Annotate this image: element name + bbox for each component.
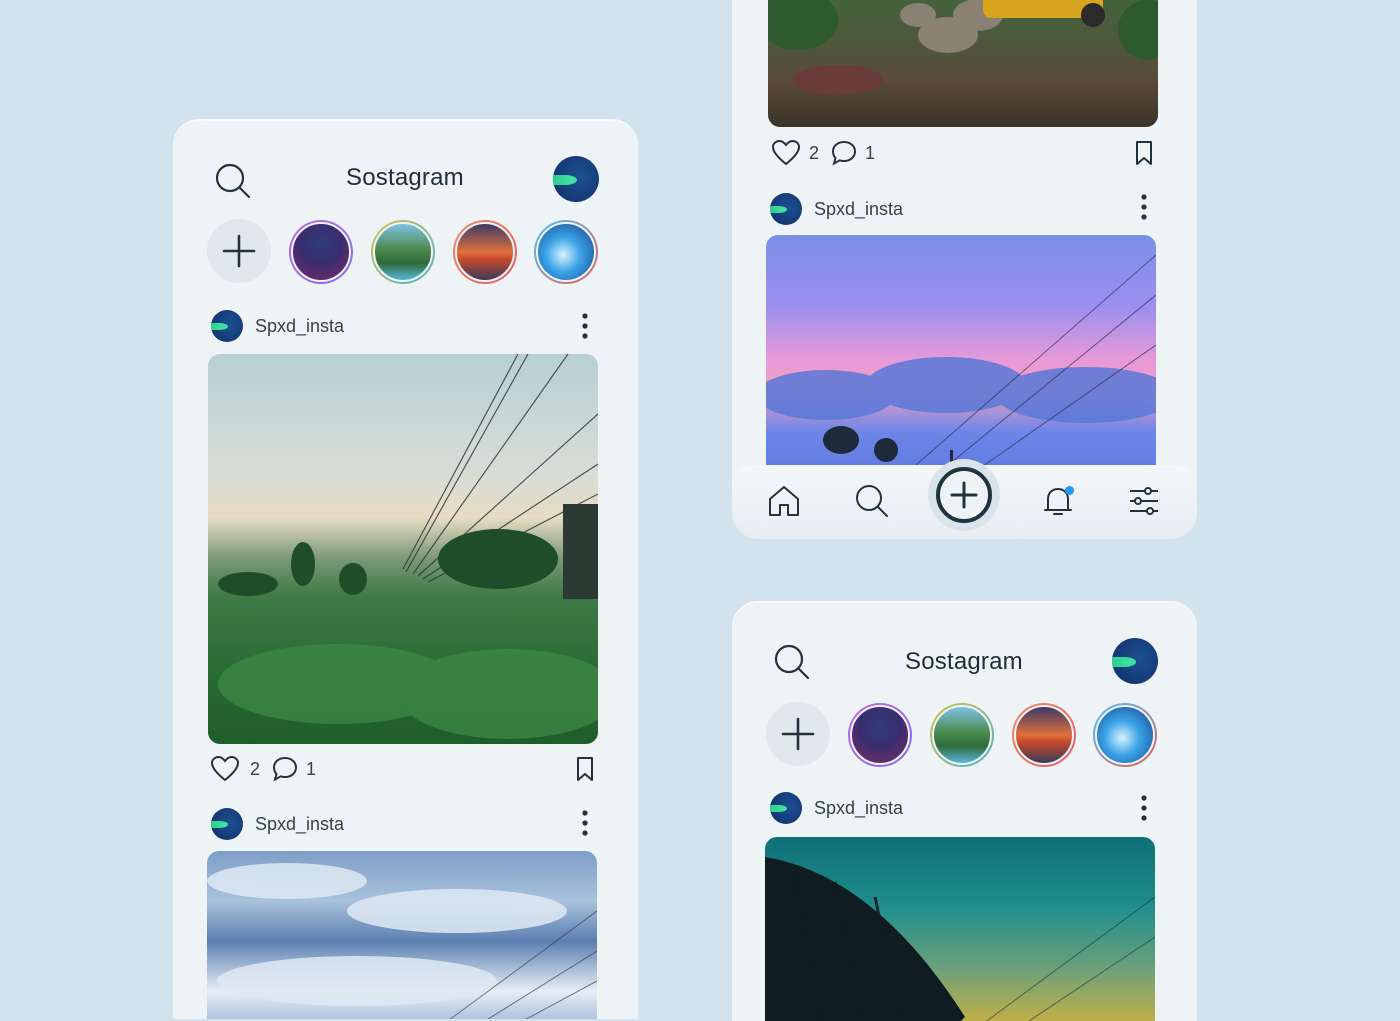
comment-icon[interactable] [272, 756, 298, 782]
post-photo-clouds[interactable] [207, 851, 597, 1019]
profile-avatar[interactable] [1112, 638, 1158, 684]
feed-screen-right: Sostagram Spxd_insta [732, 601, 1197, 1021]
story-person[interactable] [289, 220, 353, 284]
bottom-navigation [732, 465, 1197, 539]
post-photo-palm[interactable] [765, 837, 1155, 1021]
like-count: 2 [809, 143, 820, 163]
post-username[interactable]: Spxd_insta [255, 814, 344, 835]
post-avatar[interactable] [211, 808, 243, 840]
bookmark-icon[interactable] [1135, 140, 1153, 166]
post-avatar[interactable] [770, 792, 802, 824]
plus-icon [222, 234, 256, 268]
post-username[interactable]: Spxd_insta [255, 316, 344, 337]
home-icon[interactable] [766, 483, 802, 519]
bookmark-icon[interactable] [576, 756, 594, 782]
add-story-button[interactable] [207, 219, 271, 283]
like-heart-icon[interactable] [211, 756, 239, 782]
search-icon[interactable] [772, 642, 812, 682]
more-options-icon[interactable] [1134, 793, 1154, 823]
story-person[interactable] [848, 703, 912, 767]
search-icon[interactable] [854, 483, 890, 519]
more-options-icon[interactable] [575, 311, 595, 341]
sliders-icon[interactable] [1126, 483, 1162, 519]
create-post-button[interactable] [936, 467, 992, 523]
post-avatar[interactable] [770, 193, 802, 225]
comment-icon[interactable] [831, 140, 857, 166]
plus-icon [950, 481, 978, 509]
profile-avatar[interactable] [553, 156, 599, 202]
post-photo-field[interactable] [208, 354, 598, 744]
search-icon[interactable] [213, 161, 253, 201]
story-sunset[interactable] [1012, 703, 1076, 767]
story-wave[interactable] [534, 220, 598, 284]
post-photo-rocks[interactable] [768, 0, 1158, 127]
plus-icon [781, 717, 815, 751]
notification-dot [1065, 486, 1074, 495]
post-username[interactable]: Spxd_insta [814, 798, 903, 819]
more-options-icon[interactable] [1134, 192, 1154, 222]
post-username[interactable]: Spxd_insta [814, 199, 903, 220]
like-heart-icon[interactable] [772, 140, 800, 166]
story-island[interactable] [930, 703, 994, 767]
app-title: Sostagram [905, 648, 1023, 675]
feed-screen-scrolled: 2 1 Spxd_insta [732, 0, 1197, 539]
story-sunset[interactable] [453, 220, 517, 284]
story-wave[interactable] [1093, 703, 1157, 767]
more-options-icon[interactable] [575, 808, 595, 838]
comment-count: 1 [865, 143, 876, 163]
comment-count: 1 [306, 759, 317, 779]
app-title: Sostagram [346, 164, 464, 191]
story-island[interactable] [371, 220, 435, 284]
post-avatar[interactable] [211, 310, 243, 342]
like-count: 2 [250, 759, 261, 779]
feed-screen-left: Sostagram Spxd_insta 2 1 Spxd_insta [173, 119, 638, 1019]
add-story-button[interactable] [766, 702, 830, 766]
